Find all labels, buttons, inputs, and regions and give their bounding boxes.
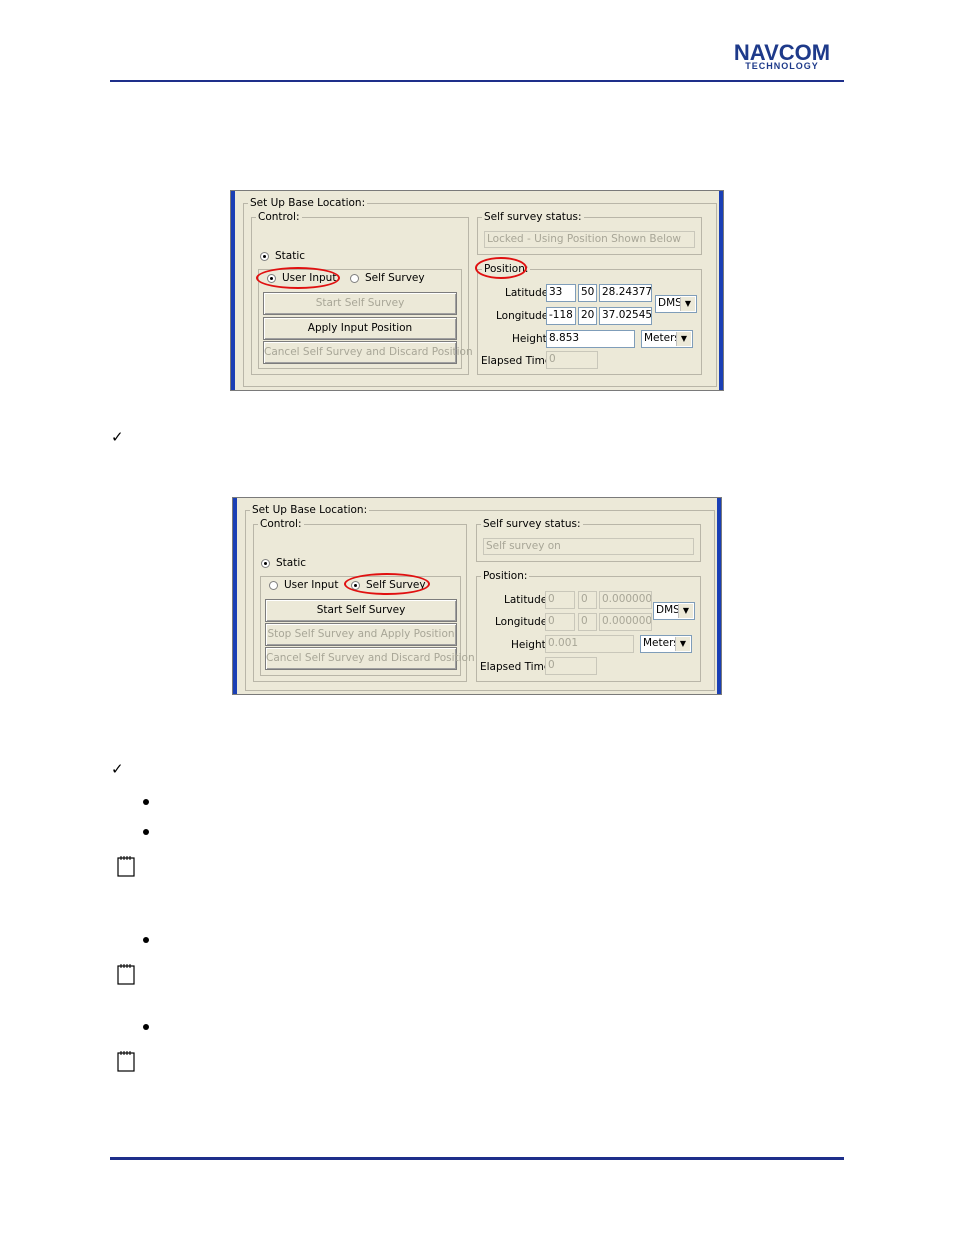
status-field: Self survey on: [483, 538, 694, 555]
static-radio[interactable]: [260, 252, 269, 261]
navcom-logo: NAVCOM TECHNOLOGY: [722, 40, 842, 71]
latitude-seconds[interactable]: 0.000000: [599, 591, 652, 609]
setup-base-panel-1: Set Up Base Location: Control: Static Us…: [230, 190, 724, 391]
height-label: Height:: [512, 333, 551, 345]
units-value: Meters: [644, 332, 680, 344]
position-title: Position:: [481, 569, 530, 583]
stop-self-survey-button[interactable]: Stop Self Survey and Apply Position: [265, 623, 457, 646]
units-select[interactable]: Meters ▼: [641, 330, 693, 348]
user-input-label: User Input: [284, 579, 339, 591]
status-field: Locked - Using Position Shown Below: [484, 231, 695, 248]
bullet-icon: [143, 937, 149, 943]
bullet-icon: [143, 829, 149, 835]
setup-base-title: Set Up Base Location:: [250, 503, 370, 517]
elapsed-time-field: 0: [545, 657, 597, 675]
chevron-down-icon: ▼: [678, 604, 693, 618]
control-title: Control:: [258, 517, 304, 531]
cancel-self-survey-button[interactable]: Cancel Self Survey and Discard Position: [265, 647, 475, 670]
height-field[interactable]: 8.853: [546, 330, 635, 348]
longitude-degrees[interactable]: 0: [545, 613, 575, 631]
longitude-seconds[interactable]: 37.025451: [599, 307, 652, 325]
start-self-survey-button[interactable]: Start Self Survey: [263, 292, 457, 315]
window-edge-left: [233, 498, 237, 694]
window-edge-right: [719, 191, 723, 390]
latitude-seconds[interactable]: 28.243774: [599, 284, 652, 302]
longitude-minutes[interactable]: 20: [578, 307, 597, 325]
self-survey-label: Self Survey: [365, 272, 425, 284]
height-label: Height:: [511, 639, 550, 651]
start-self-survey-button[interactable]: Start Self Survey: [265, 599, 457, 622]
static-label: Static: [275, 250, 306, 262]
header-rule: [110, 80, 844, 82]
format-value: DMS: [656, 604, 680, 616]
format-value: DMS: [658, 297, 682, 309]
logo-main-text: NAVCOM: [733, 40, 831, 65]
checkmark-icon: ✓: [111, 428, 124, 446]
latitude-label: Latitude:: [504, 594, 551, 606]
static-label: Static: [276, 557, 307, 569]
elapsed-time-field: 0: [546, 351, 598, 369]
user-input-highlight: [256, 267, 340, 289]
units-value: Meters: [643, 637, 679, 649]
height-field[interactable]: 0.001: [545, 635, 634, 653]
latitude-minutes[interactable]: 50: [578, 284, 597, 302]
format-select[interactable]: DMS ▼: [653, 602, 695, 620]
self-survey-radio[interactable]: [350, 274, 359, 283]
chevron-down-icon: ▼: [676, 332, 691, 346]
longitude-label: Longitude:: [496, 310, 552, 322]
elapsed-time-label: Elapsed Time:: [481, 355, 555, 367]
bullet-icon: [143, 1024, 149, 1030]
cancel-self-survey-button[interactable]: Cancel Self Survey and Discard Position: [263, 341, 473, 364]
latitude-label: Latitude:: [505, 287, 552, 299]
chevron-down-icon: ▼: [675, 637, 690, 651]
notepad-icon: [117, 1051, 135, 1072]
longitude-minutes[interactable]: 0: [578, 613, 597, 631]
notepad-icon: [117, 856, 135, 877]
setup-base-panel-2: Set Up Base Location: Control: Static Us…: [232, 497, 722, 695]
self-survey-highlight: [344, 573, 430, 595]
footer-rule: [110, 1157, 844, 1160]
latitude-degrees[interactable]: 33: [546, 284, 576, 302]
bullet-icon: [143, 799, 149, 805]
format-select[interactable]: DMS ▼: [655, 295, 697, 313]
longitude-seconds[interactable]: 0.000000: [599, 613, 652, 631]
elapsed-time-label: Elapsed Time:: [480, 661, 554, 673]
setup-base-title: Set Up Base Location:: [248, 196, 368, 210]
longitude-label: Longitude:: [495, 616, 551, 628]
control-title: Control:: [256, 210, 302, 224]
status-title: Self survey status:: [481, 517, 583, 531]
user-input-radio[interactable]: [269, 581, 278, 590]
static-radio[interactable]: [261, 559, 270, 568]
latitude-degrees[interactable]: 0: [545, 591, 575, 609]
units-select[interactable]: Meters ▼: [640, 635, 692, 653]
window-edge-left: [231, 191, 235, 390]
position-highlight: [475, 257, 527, 279]
checkmark-icon: ✓: [111, 760, 124, 778]
window-edge-right: [717, 498, 721, 694]
apply-input-position-button[interactable]: Apply Input Position: [263, 317, 457, 340]
latitude-minutes[interactable]: 0: [578, 591, 597, 609]
chevron-down-icon: ▼: [680, 297, 695, 311]
longitude-degrees[interactable]: -118: [546, 307, 576, 325]
status-title: Self survey status:: [482, 210, 584, 224]
notepad-icon: [117, 964, 135, 985]
